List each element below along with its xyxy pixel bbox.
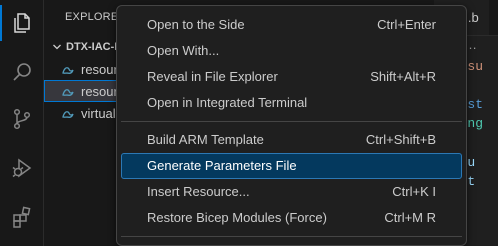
file-name: resour [81,61,118,77]
menu-item-restore-bicep-modules[interactable]: Restore Bicep Modules (Force) Ctrl+M R [121,205,462,231]
file-name: resour [81,83,118,99]
menu-item-shortcut: Ctrl+M R [384,210,436,225]
search-activity-button[interactable] [0,52,43,92]
source-control-activity-button[interactable] [0,99,43,139]
menu-item-label: Open to the Side [147,17,245,32]
search-icon [12,63,31,81]
run-debug-icon [12,158,31,178]
menu-item-open-in-terminal[interactable]: Open in Integrated Terminal [121,90,462,116]
menu-item-shortcut: Ctrl+K I [392,184,436,199]
menu-item-label: Insert Resource... [147,184,250,199]
context-menu: Open to the Side Ctrl+Enter Open With...… [116,5,467,246]
file-name: virtual [81,105,116,121]
run-debug-activity-button[interactable] [0,148,43,188]
folder-name: DTX-IAC-I [66,41,118,53]
menu-item-shortcut: Shift+Alt+R [370,69,436,84]
menu-separator [121,121,462,122]
menu-item-label: Open With... [147,43,220,58]
chevron-down-icon [52,40,64,55]
menu-item-open-with[interactable]: Open With... [121,38,462,64]
menu-item-label: Generate Parameters File [147,158,297,173]
bicep-file-icon [61,62,75,76]
menu-item-shortcut: Ctrl+Enter [377,17,436,32]
extensions-activity-button[interactable] [0,197,43,237]
extensions-icon [12,206,30,228]
menu-item-build-arm-template[interactable]: Build ARM Template Ctrl+Shift+B [121,127,462,153]
bicep-file-icon [61,106,75,120]
files-icon [13,13,30,33]
menu-item-label: Open in Integrated Terminal [147,95,308,110]
menu-item-label: Reveal in File Explorer [147,69,278,84]
menu-item-generate-parameters-file[interactable]: Generate Parameters File [121,153,462,179]
explorer-activity-button[interactable] [0,3,43,43]
activity-bar [0,0,44,246]
menu-item-label: Restore Bicep Modules (Force) [147,210,327,225]
menu-separator [121,236,462,237]
menu-item-reveal-in-file-explorer[interactable]: Reveal in File Explorer Shift+Alt+R [121,64,462,90]
bicep-file-icon [61,84,75,98]
menu-item-label: Build ARM Template [147,132,264,147]
source-control-icon [13,108,30,130]
menu-item-insert-resource[interactable]: Insert Resource... Ctrl+K I [121,179,462,205]
menu-item-open-to-side[interactable]: Open to the Side Ctrl+Enter [121,12,462,38]
menu-item-shortcut: Ctrl+Shift+B [365,132,436,147]
